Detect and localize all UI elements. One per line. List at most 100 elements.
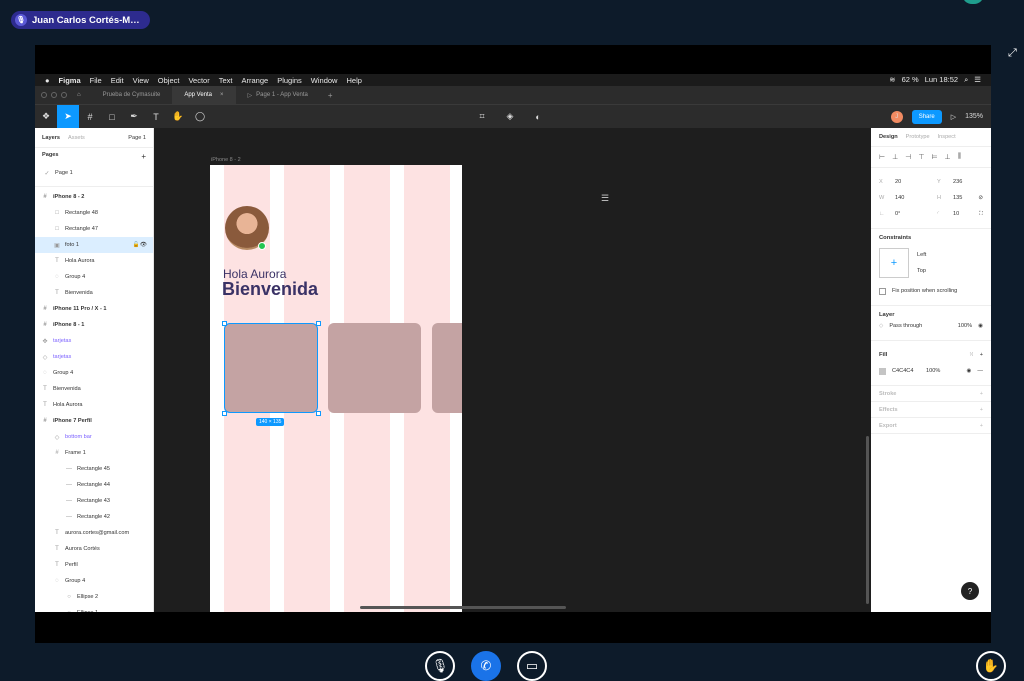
layer-row[interactable]: — Rectangle 42 — [35, 509, 153, 525]
pen-tool-icon[interactable]: ✒ — [123, 105, 145, 129]
layer-row[interactable]: ○ Ellipse 1 — [35, 605, 153, 612]
add-export-icon[interactable]: + — [980, 423, 983, 429]
horizontal-constraint[interactable]: Left — [917, 252, 926, 258]
layer-row[interactable]: ◇ bottom bar — [35, 429, 153, 445]
layer-row[interactable]: T Bienvenida — [35, 381, 153, 397]
radius-field[interactable]: 10 — [953, 211, 959, 217]
tab-inspect[interactable]: Inspect — [938, 134, 956, 140]
layer-row[interactable]: # iPhone 11 Pro / X - 1 — [35, 301, 153, 317]
align-right-icon[interactable]: ⊣ — [905, 153, 911, 161]
layer-row[interactable]: — Rectangle 45 — [35, 461, 153, 477]
independent-corners-icon[interactable]: ⛶ — [979, 211, 983, 218]
share-button[interactable]: Share — [911, 109, 942, 124]
x-field[interactable]: 20 — [895, 179, 931, 185]
crop-icon[interactable]: ⌗ — [471, 105, 493, 129]
menu-window[interactable]: Window — [311, 76, 338, 85]
add-effect-icon[interactable]: + — [980, 407, 983, 413]
welcome-heading[interactable]: Bienvenida — [222, 279, 318, 300]
selection-handle[interactable] — [222, 321, 227, 326]
lock-visibility-icons[interactable]: 🔓👁 — [133, 242, 147, 248]
remove-fill-icon[interactable]: — — [977, 368, 983, 374]
layer-row[interactable]: ◌ Group 4 — [35, 269, 153, 285]
align-bottom-icon[interactable]: ⊥ — [945, 153, 951, 161]
iphone-frame[interactable]: Hola Aurora Bienvenida 140 × 135 — [210, 165, 462, 612]
contrast-icon[interactable]: ◐ — [527, 105, 549, 129]
selection-handle[interactable] — [222, 411, 227, 416]
component-icon[interactable]: ◈ — [499, 105, 521, 129]
menu-plugins[interactable]: Plugins — [277, 76, 302, 85]
menu-text[interactable]: Text — [219, 76, 233, 85]
layer-row[interactable]: T Perfil — [35, 557, 153, 573]
card[interactable] — [328, 323, 421, 413]
layer-row[interactable]: ◌ Group 4 — [35, 573, 153, 589]
constraints-widget[interactable]: + — [879, 248, 909, 278]
move-tool-icon[interactable]: ➤ — [57, 104, 79, 129]
layer-row[interactable]: ▣ foto 1 🔓👁 — [35, 237, 153, 253]
layer-row[interactable]: T Aurora Cortés — [35, 541, 153, 557]
selection-handle[interactable] — [316, 411, 321, 416]
wifi-icon[interactable]: ≋ — [889, 75, 895, 85]
layer-row[interactable]: T Bienvenida — [35, 285, 153, 301]
help-icon[interactable]: ? — [961, 582, 979, 600]
home-icon[interactable]: ⌂ — [77, 92, 81, 98]
vertical-scrollbar[interactable] — [866, 436, 869, 604]
constrain-proportions-icon[interactable]: ⊘ — [978, 195, 983, 201]
align-left-icon[interactable]: ⊢ — [879, 153, 885, 161]
close-icon[interactable]: × — [220, 92, 224, 98]
camera-off-icon[interactable]: ▭ — [517, 651, 547, 681]
menu-object[interactable]: Object — [158, 76, 180, 85]
phone-icon[interactable]: ✆ — [471, 651, 501, 681]
add-fill-icon[interactable]: + — [980, 352, 983, 358]
layer-row[interactable]: # iPhone 8 - 2 — [35, 189, 153, 205]
comment-tool-icon[interactable]: ◯ — [189, 105, 211, 129]
layer-row[interactable]: # iPhone 7 Perfil — [35, 413, 153, 429]
layer-row[interactable]: □ Rectangle 48 — [35, 205, 153, 221]
fullscreen-icon[interactable]: ⤢ — [1008, 47, 1017, 60]
hand-tool-icon[interactable]: ✋ — [167, 105, 189, 129]
main-menu-icon[interactable]: ❖ — [35, 105, 57, 129]
search-icon[interactable]: ⌕ — [964, 75, 968, 85]
align-top-icon[interactable]: ⊤ — [918, 153, 924, 161]
distribute-icon[interactable]: ⫼ — [958, 153, 961, 161]
layer-row[interactable]: # iPhone 8 - 1 — [35, 317, 153, 333]
height-field[interactable]: 135 — [953, 195, 962, 201]
horizontal-scrollbar[interactable] — [360, 606, 566, 609]
fill-hex[interactable]: C4C4C4 — [892, 368, 920, 374]
fill-swatch[interactable] — [879, 367, 886, 375]
canvas[interactable]: iPhone 8 - 2 Hola Aurora Bienvenida 140 … — [154, 128, 871, 612]
width-field[interactable]: 140 — [895, 195, 931, 201]
layer-row[interactable]: Taurora.cortes@gmail.com — [35, 525, 153, 541]
layer-opacity[interactable]: 100% — [958, 323, 972, 329]
align-center-icon[interactable]: ⊥ — [892, 153, 898, 161]
menu-help[interactable]: Help — [346, 76, 361, 85]
layer-row[interactable]: # Frame 1 — [35, 445, 153, 461]
add-stroke-icon[interactable]: + — [980, 391, 983, 397]
tab-prototype[interactable]: Prototype — [906, 134, 930, 140]
frame-label[interactable]: iPhone 8 - 2 — [211, 157, 241, 163]
page-select[interactable]: Page 1 — [128, 135, 146, 141]
menu-arrange[interactable]: Arrange — [242, 76, 269, 85]
tab-assets[interactable]: Assets — [68, 135, 85, 141]
y-field[interactable]: 236 — [953, 179, 962, 185]
fill-visibility-icon[interactable]: ◉ — [967, 368, 972, 374]
mute-mic-icon[interactable]: 🎙 — [425, 651, 455, 681]
layer-row[interactable]: — Rectangle 43 — [35, 493, 153, 509]
rectangle-tool-icon[interactable]: □ — [101, 105, 123, 129]
card-selected[interactable] — [224, 323, 318, 413]
page-item[interactable]: ✓ Page 1 — [35, 165, 153, 181]
layer-row[interactable]: ◇ tarjetas — [35, 349, 153, 365]
frame-tool-icon[interactable]: # — [79, 105, 101, 129]
vertical-constraint[interactable]: Top — [917, 268, 926, 274]
menu-app-name[interactable]: Figma — [59, 76, 81, 85]
tab-page-app-venta[interactable]: ▷ Page 1 - App Venta — [236, 86, 320, 104]
layer-row[interactable]: ◌ Group 4 — [35, 365, 153, 381]
blend-mode-select[interactable]: Pass through — [889, 323, 922, 329]
card[interactable] — [432, 323, 462, 413]
zoom-level[interactable]: 135% — [965, 113, 983, 120]
tab-app-venta[interactable]: App Venta × — [172, 86, 236, 104]
user-avatar[interactable]: J — [890, 110, 903, 123]
battery-level[interactable]: 62 % — [902, 75, 919, 85]
present-icon[interactable]: ▷ — [951, 113, 956, 121]
layer-row[interactable]: ○ Ellipse 2 — [35, 589, 153, 605]
add-page-icon[interactable]: + — [141, 152, 146, 161]
